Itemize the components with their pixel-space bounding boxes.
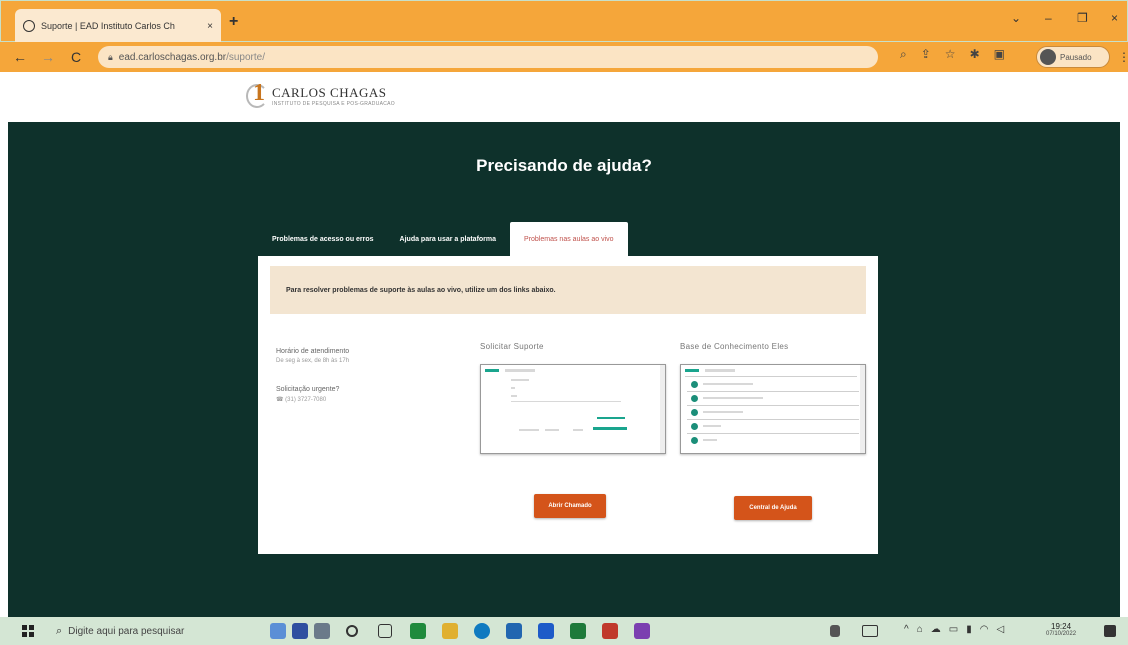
logo-subtitle: INSTITUTO DE PESQUISA E POS-GRADUACAO bbox=[272, 101, 395, 107]
wifi-icon[interactable]: ◠ bbox=[980, 624, 989, 635]
search-icon: ⌕ bbox=[56, 624, 63, 637]
avatar bbox=[1040, 49, 1056, 65]
profile-button[interactable]: Pausado bbox=[1036, 46, 1110, 68]
battery-icon[interactable]: ▮ bbox=[966, 624, 972, 635]
notice-banner: Para resolver problemas de suporte às au… bbox=[270, 266, 866, 314]
minimize-button[interactable]: – bbox=[1045, 11, 1052, 25]
toolbar-icons: ⌕ ⇪ ☆ ✱ ▣ bbox=[900, 47, 1005, 62]
file-explorer-icon[interactable] bbox=[442, 623, 458, 639]
share-icon[interactable]: ⇪ bbox=[921, 47, 931, 62]
main-content: Precisando de ajuda? Problemas de acesso… bbox=[8, 122, 1120, 617]
reload-icon[interactable]: C bbox=[68, 49, 84, 65]
browser-tab[interactable]: Suporte | EAD Instituto Carlos Ch × bbox=[15, 9, 221, 43]
sidepanel-icon[interactable]: ▣ bbox=[994, 47, 1005, 62]
profile-label: Pausado bbox=[1060, 52, 1092, 62]
extensions-icon[interactable]: ✱ bbox=[970, 47, 980, 62]
page-title: Precisando de ajuda? bbox=[476, 156, 652, 175]
site-logo[interactable]: 1 CARLOS CHAGAS INSTITUTO DE PESQUISA E … bbox=[246, 80, 395, 110]
windows-taskbar: ⌕ Digite aqui para pesquisar ^ ⌂ ☁ ▭ ▮ ◠… bbox=[0, 617, 1128, 645]
maximize-button[interactable]: ❐ bbox=[1077, 11, 1088, 25]
tab-search-icon[interactable]: ⌄ bbox=[1011, 11, 1021, 25]
logo-text: CARLOS CHAGAS INSTITUTO DE PESQUISA E PO… bbox=[272, 85, 395, 107]
cloud-icon[interactable]: ☁ bbox=[931, 624, 941, 635]
tab-title: Suporte | EAD Instituto Carlos Ch bbox=[41, 21, 175, 31]
hours-label: Horário de atendimento bbox=[276, 348, 350, 355]
notification-icon[interactable] bbox=[1104, 625, 1116, 637]
address-bar[interactable]: 🔒︎ ead.carloschagas.org.br/suporte/ bbox=[98, 46, 878, 68]
weather-icon[interactable] bbox=[270, 623, 286, 639]
screen: Suporte | EAD Instituto Carlos Ch × + ⌄ … bbox=[0, 0, 1128, 645]
taskbar-search[interactable]: ⌕ Digite aqui para pesquisar bbox=[56, 621, 256, 641]
edge-icon[interactable] bbox=[474, 623, 490, 639]
logo-mark: 1 bbox=[246, 80, 268, 110]
mail-icon[interactable] bbox=[538, 623, 554, 639]
search-placeholder: Digite aqui para pesquisar bbox=[68, 625, 185, 637]
open-ticket-button[interactable]: Abrir Chamado bbox=[534, 494, 606, 518]
tab-live-classes[interactable]: Problemas nas aulas ao vivo bbox=[510, 222, 628, 256]
contact-info: Horário de atendimento De seg à sex, de … bbox=[276, 348, 426, 403]
windows-start-icon[interactable] bbox=[22, 625, 34, 637]
site-header: 1 CARLOS CHAGAS INSTITUTO DE PESQUISA E … bbox=[0, 72, 1128, 122]
volume-icon[interactable]: ◁ bbox=[996, 624, 1004, 635]
widget-icon[interactable] bbox=[314, 623, 330, 639]
close-window-button[interactable]: × bbox=[1111, 11, 1118, 25]
help-center-button[interactable]: Central de Ajuda bbox=[734, 496, 812, 520]
url-path: /suporte/ bbox=[226, 51, 266, 63]
forward-icon[interactable]: → bbox=[40, 49, 56, 65]
powerpoint-icon[interactable] bbox=[602, 623, 618, 639]
browser-tab-bar: Suporte | EAD Instituto Carlos Ch × + ⌄ … bbox=[0, 0, 1128, 43]
cortana-icon[interactable] bbox=[346, 625, 358, 637]
knowledge-column-title: Base de Conhecimento Eles bbox=[680, 342, 789, 351]
clock-date: 07/10/2022 bbox=[1046, 631, 1077, 637]
knowledge-base-preview-image[interactable] bbox=[680, 364, 866, 454]
globe-icon bbox=[23, 20, 35, 32]
excel-icon[interactable] bbox=[570, 623, 586, 639]
logo-name: CARLOS CHAGAS bbox=[272, 85, 387, 100]
tab-panel: Para resolver problemas de suporte às au… bbox=[258, 256, 878, 554]
network-icon[interactable]: ⌂ bbox=[917, 624, 923, 635]
tab-close-icon[interactable]: × bbox=[207, 21, 213, 32]
support-column-title: Solicitar Suporte bbox=[480, 342, 544, 351]
menu-kebab-icon[interactable]: ⋮ bbox=[1118, 50, 1128, 64]
support-form-preview-image[interactable] bbox=[480, 364, 666, 454]
back-icon[interactable]: ← bbox=[12, 49, 28, 65]
browser-toolbar: ← → C 🔒︎ ead.carloschagas.org.br/suporte… bbox=[0, 42, 1128, 72]
chrome-icon[interactable] bbox=[410, 623, 426, 639]
task-view-icon[interactable] bbox=[378, 624, 392, 638]
url-text: ead.carloschagas.org.br/suporte/ bbox=[119, 52, 265, 63]
display-icon[interactable]: ▭ bbox=[949, 624, 958, 635]
urgent-label: Solicitação urgente? bbox=[276, 386, 340, 393]
lock-icon: 🔒︎ bbox=[108, 51, 113, 62]
urgent-phone[interactable]: ☎ (31) 3727-7080 bbox=[276, 396, 426, 403]
bookmark-star-icon[interactable]: ☆ bbox=[945, 47, 956, 62]
zoom-icon[interactable]: ⌕ bbox=[900, 47, 907, 62]
url-domain: ead.carloschagas.org.br bbox=[118, 51, 227, 63]
news-icon[interactable] bbox=[292, 623, 308, 639]
store-icon[interactable] bbox=[506, 623, 522, 639]
tab-platform-help[interactable]: Ajuda para usar a plataforma bbox=[390, 222, 506, 256]
onenote-icon[interactable] bbox=[634, 623, 650, 639]
help-tabs: Problemas de acesso ou erros Ajuda para … bbox=[262, 222, 628, 256]
pen-icon[interactable] bbox=[830, 625, 840, 637]
chevron-up-icon[interactable]: ^ bbox=[904, 624, 909, 635]
keyboard-icon[interactable] bbox=[862, 625, 878, 637]
tab-access-problems[interactable]: Problemas de acesso ou erros bbox=[262, 222, 384, 256]
taskbar-clock[interactable]: 19:24 07/10/2022 bbox=[1046, 622, 1076, 637]
clock-time: 19:24 bbox=[1051, 622, 1072, 631]
system-tray: ^ ⌂ ☁ ▭ ▮ ◠ ◁ bbox=[904, 624, 1004, 635]
new-tab-button[interactable]: + bbox=[229, 13, 238, 31]
